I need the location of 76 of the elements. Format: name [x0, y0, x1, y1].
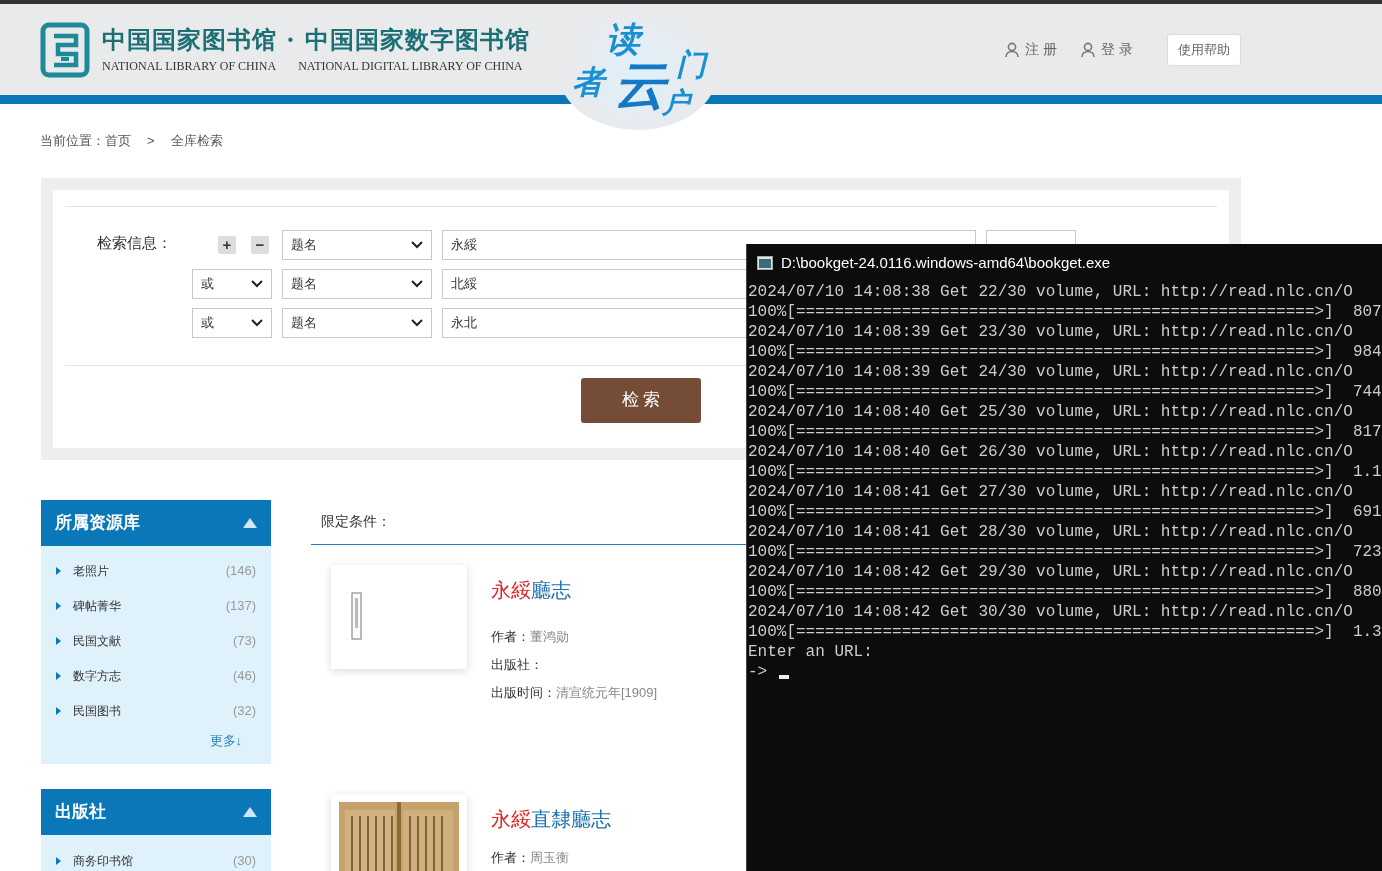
console-line: 2024/07/10 14:08:42 Get 30/30 volume, URL: http://read.nlc.cn/O	[748, 602, 1353, 622]
chevron-down-icon	[411, 240, 423, 249]
console-line: 100%[======================================================>] 817	[748, 422, 1382, 442]
breadcrumb-separator: >	[147, 132, 155, 150]
field-select[interactable]: 题名	[282, 307, 432, 338]
library-subtitle: NATIONAL DIGITAL LIBRARY OF CHINA	[298, 57, 523, 75]
library-title: 中国国家图书馆 · 中国国家数字图书馆	[102, 24, 531, 55]
text-cursor	[779, 675, 790, 679]
result-title[interactable]: 永綏直隸廳志	[491, 803, 611, 834]
console-line: Enter an URL:	[748, 642, 873, 662]
logic-select[interactable]: 或	[192, 268, 272, 299]
console-line: 2024/07/10 14:08:39 Get 24/30 volume, URL: http://read.nlc.cn/O	[748, 362, 1353, 382]
console-line: 2024/07/10 14:08:40 Get 25/30 volume, URL: http://read.nlc.cn/O	[748, 402, 1353, 422]
filter-label: 限定条件：	[321, 512, 391, 531]
nav-link[interactable]: 登 录	[1081, 39, 1133, 60]
remove-row-button[interactable]: −	[251, 235, 269, 254]
nav-link[interactable]: 注 册	[1005, 39, 1058, 60]
search-label: 检索信息：	[97, 232, 173, 253]
bullet-icon	[56, 567, 61, 575]
collapse-icon	[243, 517, 257, 528]
facet-item[interactable]: 民国图书 (32)	[56, 693, 256, 729]
breadcrumb-label: 当前位置：	[40, 132, 105, 150]
field-label: 出版时间：	[491, 683, 556, 702]
facet-item[interactable]: 老照片 (146)	[56, 553, 256, 589]
facet-header[interactable]: 出版社	[41, 789, 271, 835]
field-label: 出版社：	[491, 655, 543, 674]
console-line: 100%[======================================================>] 744	[748, 382, 1382, 402]
bullet-icon	[56, 602, 61, 610]
search-button[interactable]: 检 索	[581, 377, 701, 423]
console-icon	[757, 256, 773, 270]
bullet-icon	[56, 856, 61, 865]
console-line: 100%[======================================================>] 723	[748, 542, 1382, 562]
console-line: 2024/07/10 14:08:41 Get 28/30 volume, URL: http://read.nlc.cn/O	[748, 522, 1353, 542]
breadcrumb-current: 全库检索	[170, 132, 223, 150]
breadcrumb-link[interactable]: 首页	[105, 131, 131, 151]
console-line: 100%[======================================================>] 880	[748, 582, 1382, 602]
console-line: 100%[======================================================>] 691	[748, 502, 1382, 522]
logic-select[interactable]: 或	[192, 307, 272, 338]
facet-title: 出版社	[55, 801, 106, 824]
bullet-icon	[56, 672, 61, 680]
facet-title: 所属资源库	[55, 511, 140, 534]
library-logo-icon	[40, 21, 90, 78]
field-value: 清宣统元年[1909]	[556, 683, 658, 702]
chevron-down-icon	[251, 318, 263, 327]
user-icon	[1005, 41, 1020, 58]
facet-item[interactable]: 商务印书馆 (30)	[56, 843, 256, 871]
field-select[interactable]: 题名	[282, 268, 432, 299]
facet-header[interactable]: 所属资源库	[41, 499, 271, 546]
bullet-icon	[56, 637, 61, 645]
console-line: 2024/07/10 14:08:40 Get 26/30 volume, URL: http://read.nlc.cn/O	[748, 442, 1353, 462]
user-icon	[1081, 41, 1096, 58]
facet-item[interactable]: 数字方志 (46)	[56, 658, 256, 694]
help-button[interactable]: 使用帮助	[1167, 33, 1241, 66]
console-prompt: ->	[748, 662, 768, 682]
library-subtitle: NATIONAL LIBRARY OF CHINA	[102, 57, 277, 75]
field-label: 作者：	[491, 848, 530, 867]
console-line: 100%[======================================================>] 1.1	[748, 462, 1382, 482]
more-link[interactable]: 更多↓	[209, 730, 242, 750]
field-label: 作者：	[491, 627, 530, 646]
collapse-icon	[243, 807, 257, 817]
facet-item[interactable]: 碑帖菁华 (137)	[56, 588, 256, 624]
field-value: 董鸿勋	[530, 627, 569, 646]
facet-item[interactable]: 民国文献 (73)	[56, 623, 256, 659]
field-select[interactable]: 题名	[282, 229, 432, 260]
field-value: 周玉衡	[530, 848, 569, 867]
chevron-down-icon	[411, 279, 423, 288]
bullet-icon	[56, 707, 61, 715]
console-line: 100%[======================================================>] 984	[748, 342, 1382, 362]
chevron-down-icon	[411, 318, 423, 327]
book-cover[interactable]	[331, 793, 467, 871]
chevron-down-icon	[251, 279, 263, 288]
console-line: 2024/07/10 14:08:42 Get 29/30 volume, URL: http://read.nlc.cn/O	[748, 562, 1353, 582]
result-title[interactable]: 永綏廳志	[491, 574, 658, 605]
console-line: 100%[======================================================>] 1.3	[748, 622, 1382, 642]
add-row-button[interactable]: +	[218, 235, 236, 254]
console-line: 2024/07/10 14:08:41 Get 27/30 volume, URL: http://read.nlc.cn/O	[748, 482, 1353, 502]
